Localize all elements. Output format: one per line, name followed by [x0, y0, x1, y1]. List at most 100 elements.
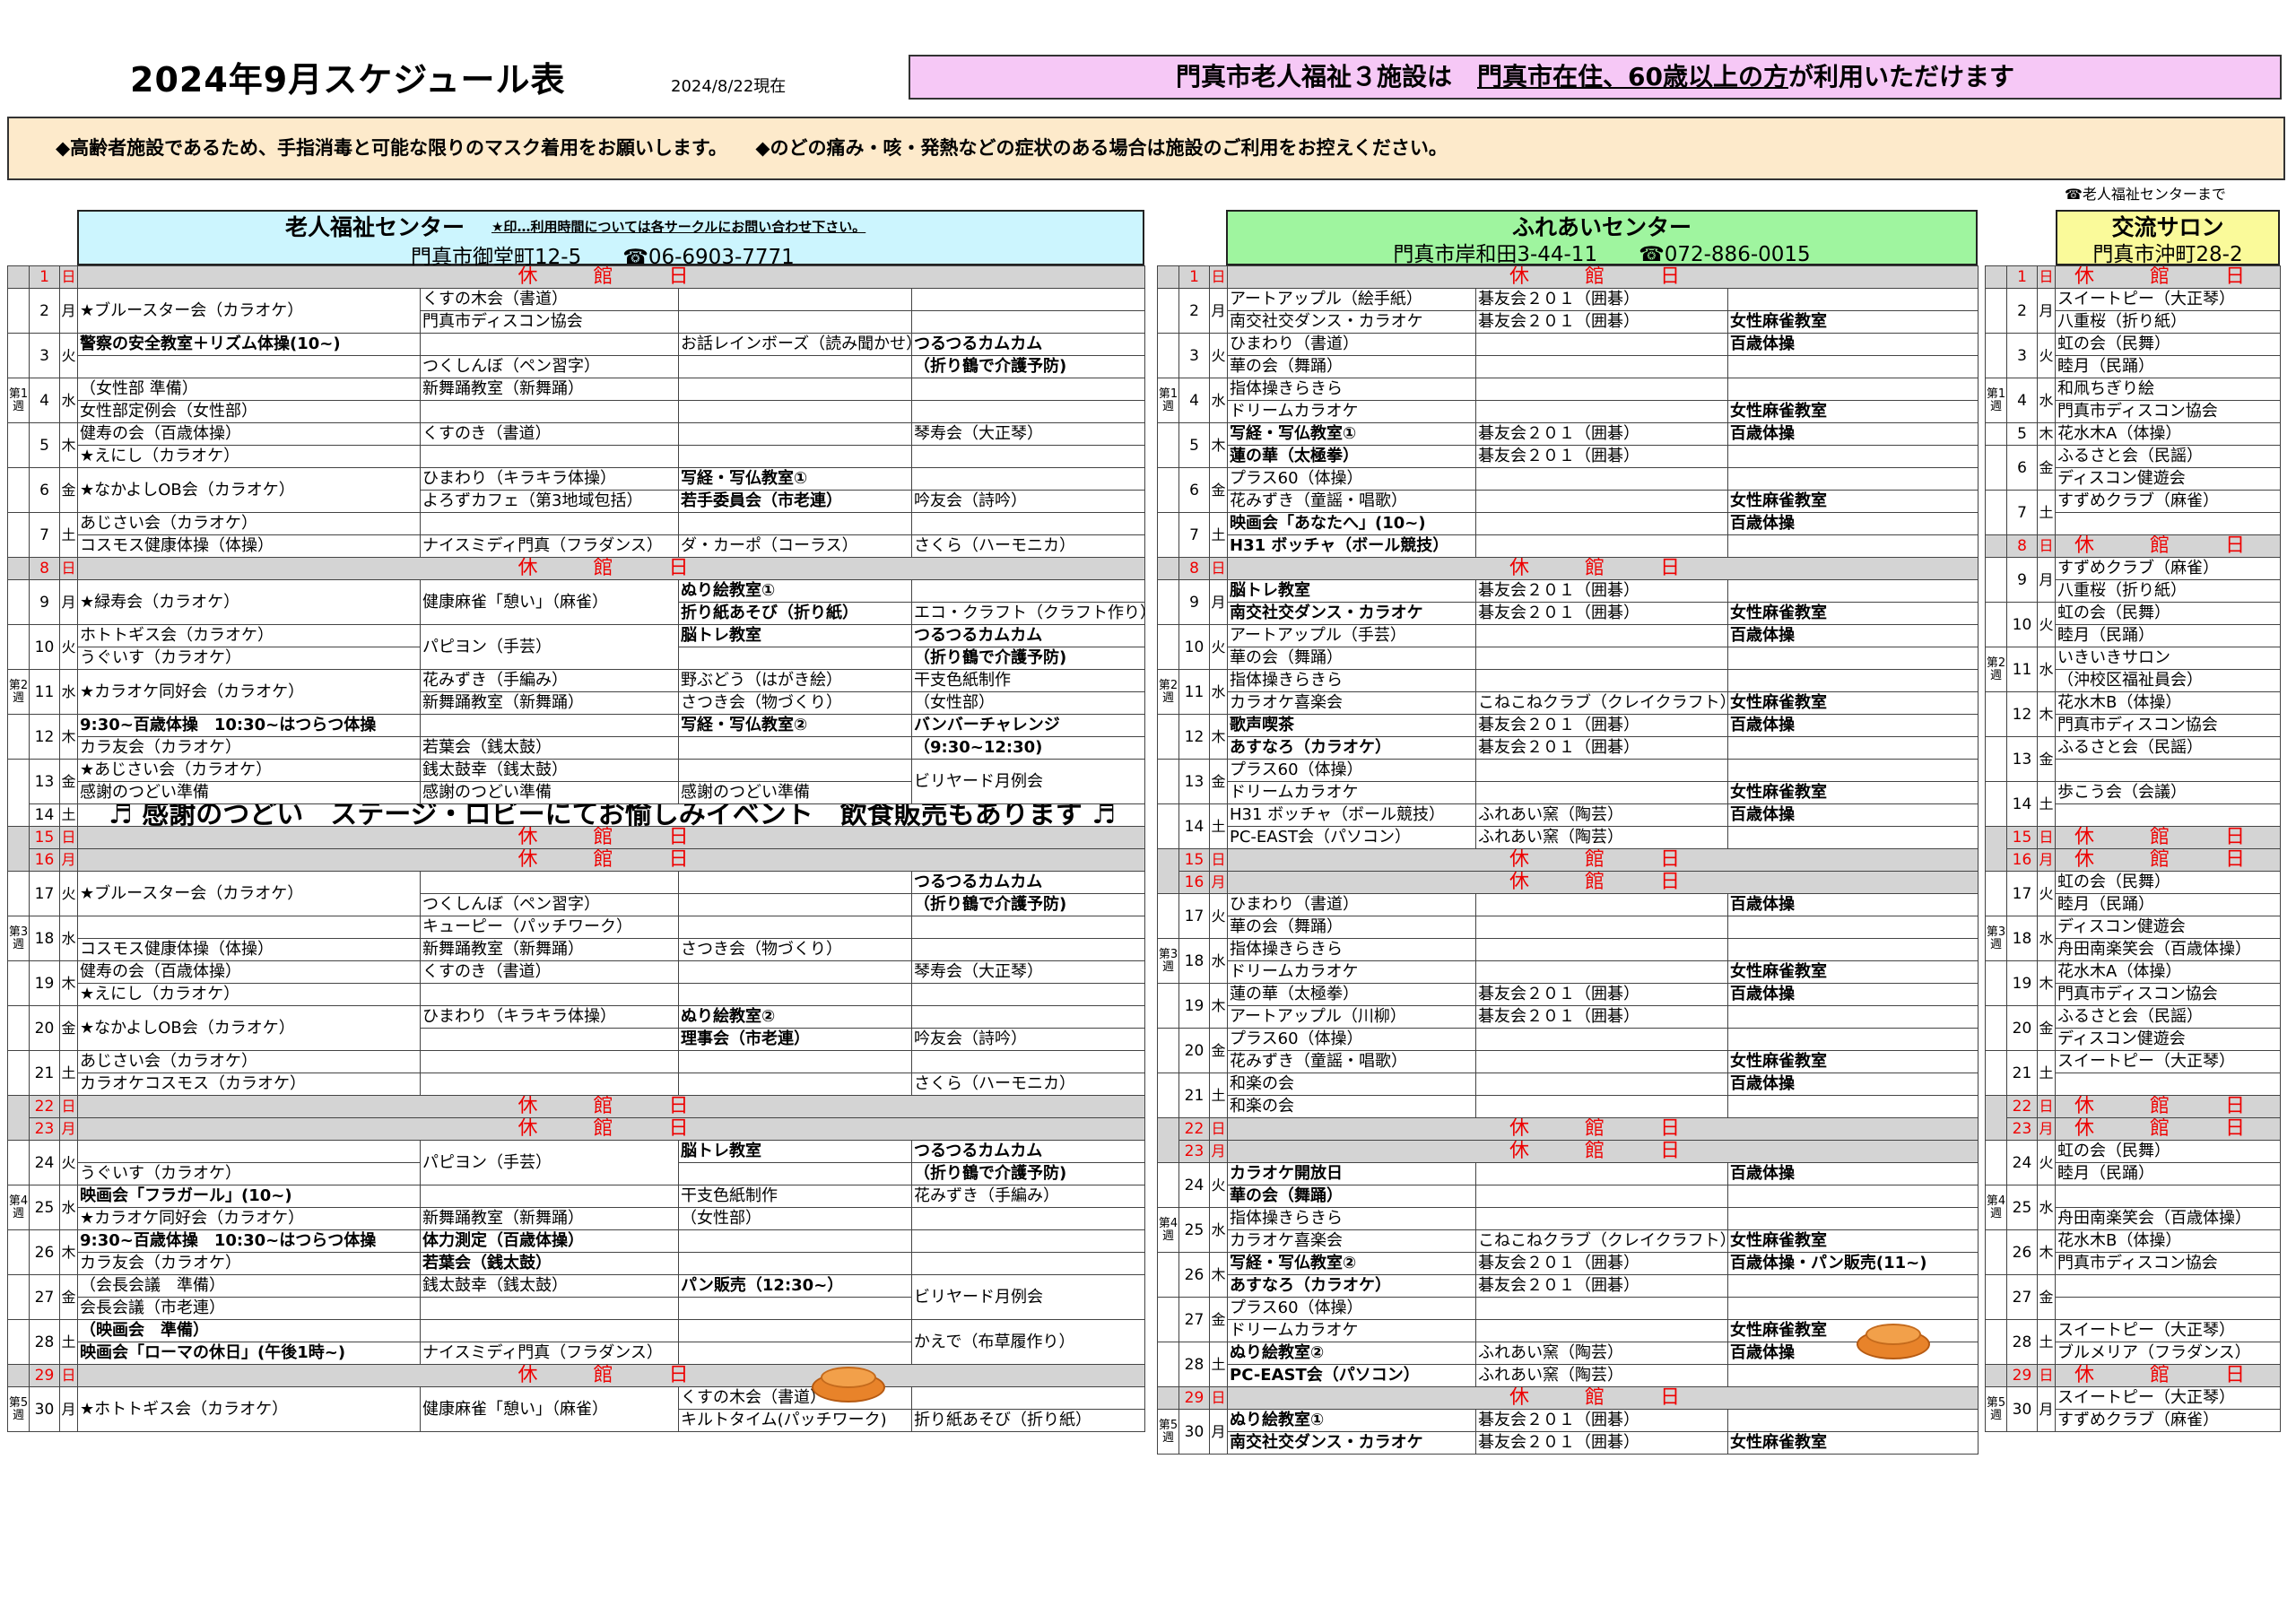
- week-label: [1157, 512, 1179, 558]
- activity-cell: [678, 960, 912, 984]
- weekday-cell: 金: [59, 1005, 78, 1051]
- date-cell: 14: [2006, 781, 2038, 827]
- activity-row: 12 木 9:30~百歳体操 10:30~はつらつ体操 写経・写仏教室② バンバーチャレ…: [7, 714, 1146, 760]
- date-cell: 8: [29, 557, 60, 580]
- date-cell: 5: [2006, 422, 2038, 446]
- pie-icon: [1857, 1322, 1930, 1361]
- date-cell: 12: [2006, 691, 2038, 737]
- activity-cell: すずめクラブ（麻雀）: [2055, 1409, 2281, 1432]
- activity-row: 第5週 30 月スイートピー（大正琴）: [1985, 1386, 2281, 1432]
- activity-cell: [77, 916, 421, 939]
- activity-cell: 新舞踊教室（新舞踊）: [420, 938, 679, 961]
- date-cell: 24: [2006, 1140, 2038, 1185]
- weekday-cell: 水: [1209, 1207, 1228, 1253]
- activity-cell: ドリームカラオケ: [1227, 1319, 1476, 1342]
- activity-cell: 碁友会２０１（囲碁）: [1475, 579, 1728, 603]
- activity-row: ★えにし（カラオケ）: [8, 983, 1146, 1006]
- date-cell: 17: [2006, 871, 2038, 916]
- activity-cell: 琴寿会（大正琴）: [910, 422, 1146, 446]
- weekday-cell: 水: [2037, 916, 2056, 961]
- activity-cell: [420, 983, 679, 1006]
- activity-row: ドリームカラオケ 女性麻雀教室: [1158, 781, 1979, 804]
- closed-day-row: 8日休 館 日: [1157, 557, 1979, 580]
- activity-cell: [910, 512, 1146, 535]
- activity-cell: 八重桜（折り紙）: [2055, 579, 2281, 603]
- activity-cell: [1726, 826, 1979, 849]
- activity-cell: 会長会議（市老連）: [77, 1297, 421, 1320]
- activity-cell: キルトタイム(パッチワーク): [678, 1409, 912, 1432]
- activity-cell: [1726, 669, 1979, 692]
- activity-cell: つるつるカムカム: [910, 871, 1146, 894]
- activity-cell: 吟友会（詩吟）: [910, 490, 1146, 513]
- activity-row: ドリームカラオケ 女性麻雀教室: [1158, 960, 1979, 984]
- activity-cell: [2055, 1185, 2281, 1208]
- activity-cell: 健寿の会（百歳体操）: [77, 422, 421, 446]
- activity-cell: [1726, 1364, 1979, 1387]
- activity-row: 20 金プラス60（体操）: [1157, 1028, 1979, 1073]
- week-label: [1985, 1050, 2007, 1096]
- week-label: 第1週: [7, 378, 30, 423]
- activity-cell: スイートピー（大正琴）: [2055, 288, 2281, 311]
- activity-cell: 舟田南楽笑会（百歳体操）: [2055, 938, 2281, 961]
- activity-row: 華の会（舞踊）: [1158, 1185, 1979, 1208]
- activity-cell: 干支色紙制作: [678, 1185, 912, 1208]
- banner-text: 門真市老人福祉３施設は: [1176, 62, 1478, 91]
- activity-cell: ひまわり（キラキラ体操）: [420, 467, 679, 491]
- activity-cell: すずめクラブ（麻雀）: [2055, 490, 2281, 513]
- activity-cell: 百歳体操: [1726, 333, 1979, 356]
- facility-c-address: 門真市沖町28-2: [2092, 242, 2243, 266]
- activity-cell: 碁友会２０１（囲碁）: [1475, 1274, 1728, 1298]
- weekday-cell: 土: [1209, 1342, 1228, 1387]
- activity-cell: よろずカフェ（第3地域包括）: [420, 490, 679, 513]
- activity-cell: 写経・写仏教室②: [1227, 1252, 1476, 1275]
- activity-cell: 銭太鼓幸（銭太鼓）: [420, 759, 679, 782]
- activity-cell: 女性麻雀教室: [1726, 691, 1979, 715]
- activity-cell: [420, 1028, 679, 1051]
- date-cell: 22: [29, 1095, 60, 1118]
- date-cell: 14: [29, 803, 60, 827]
- activity-cell: [2055, 1073, 2281, 1096]
- activity-cell: 蓮の華（太極拳）: [1227, 983, 1476, 1006]
- activity-row: 9 月すずめクラブ（麻雀）: [1985, 557, 2281, 603]
- closed-label: 休 館 日: [1226, 1386, 1979, 1410]
- weekday-cell: 日: [2037, 1095, 2056, 1118]
- weekday-cell: 木: [2037, 691, 2056, 737]
- week-label: [7, 803, 30, 827]
- activity-row: 13 金プラス60（体操）: [1157, 759, 1979, 804]
- activity-cell: うぐいす（カラオケ）: [77, 1162, 421, 1185]
- activity-cell: （9:30~12:30): [910, 736, 1146, 760]
- activity-cell: [420, 1073, 679, 1096]
- activity-cell: 干支色紙制作: [910, 669, 1146, 692]
- weekday-cell: 月: [59, 288, 78, 334]
- activity-cell: 碁友会２０１（囲碁）: [1475, 983, 1728, 1006]
- date-cell: 15: [29, 826, 60, 849]
- activity-row: 9 月脳トレ教室 碁友会２０１（囲碁）: [1157, 579, 1979, 625]
- activity-row: 花みずき（童謡・唱歌） 女性麻雀教室: [1158, 1050, 1979, 1073]
- date-cell: 2: [2006, 288, 2038, 334]
- activity-row: 27 金プラス60（体操）: [1157, 1297, 1979, 1342]
- closed-label: 休 館 日: [1226, 557, 1979, 580]
- activity-cell: 若葉会（銭太鼓）: [420, 736, 679, 760]
- closed-label: 休 館 日: [76, 826, 1146, 849]
- week-label: [1157, 983, 1179, 1029]
- activity-cell: [678, 1073, 912, 1096]
- activity-row: 華の会（舞踊）: [1158, 916, 1979, 939]
- weekday-cell: 水: [1209, 378, 1228, 423]
- week-label: [7, 1005, 30, 1051]
- activity-cell: [1726, 378, 1979, 401]
- activity-cell: 銭太鼓幸（銭太鼓）: [420, 1274, 679, 1298]
- activity-row: ドリームカラオケ 女性麻雀教室: [1158, 400, 1979, 423]
- week-label: [1985, 490, 2007, 535]
- activity-cell: 感謝のつどい準備: [420, 781, 679, 804]
- week-label: [1985, 1319, 2007, 1365]
- activity-cell: プラス60（体操）: [1227, 1297, 1476, 1320]
- activity-cell: カラ友会（カラオケ）: [77, 736, 421, 760]
- activity-cell: [910, 579, 1146, 603]
- activity-cell: [1726, 647, 1979, 670]
- activity-cell: （女性部 準備）: [77, 378, 421, 401]
- week-label: [1157, 1140, 1179, 1163]
- activity-row: 17 火ひまわり（書道） 百歳体操: [1157, 893, 1979, 939]
- activity-cell: ダ・カーポ（コーラス）: [678, 534, 912, 558]
- week-label: [1157, 803, 1179, 849]
- activity-row: 2 月スイートピー（大正琴）: [1985, 288, 2281, 334]
